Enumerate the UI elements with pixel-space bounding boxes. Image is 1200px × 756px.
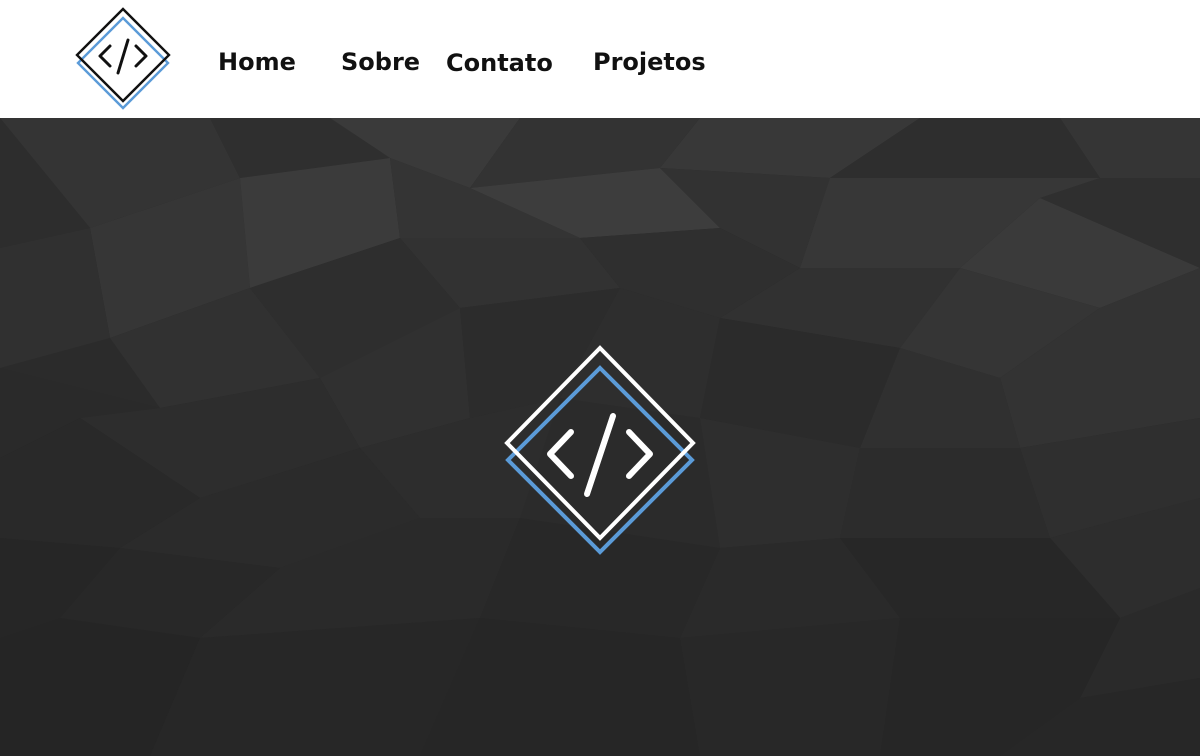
nav-home-link[interactable]: Home bbox=[218, 44, 296, 80]
hero-section bbox=[0, 118, 1200, 756]
nav-projetos-link[interactable]: Projetos bbox=[593, 44, 706, 80]
site-header: Home Sobre Contato Projetos bbox=[0, 0, 1200, 118]
code-brackets-diamond-icon[interactable] bbox=[72, 6, 174, 112]
code-brackets-diamond-icon bbox=[504, 345, 696, 555]
nav-sobre-link[interactable]: Sobre bbox=[341, 44, 420, 80]
nav-contato-link[interactable]: Contato bbox=[446, 45, 553, 81]
